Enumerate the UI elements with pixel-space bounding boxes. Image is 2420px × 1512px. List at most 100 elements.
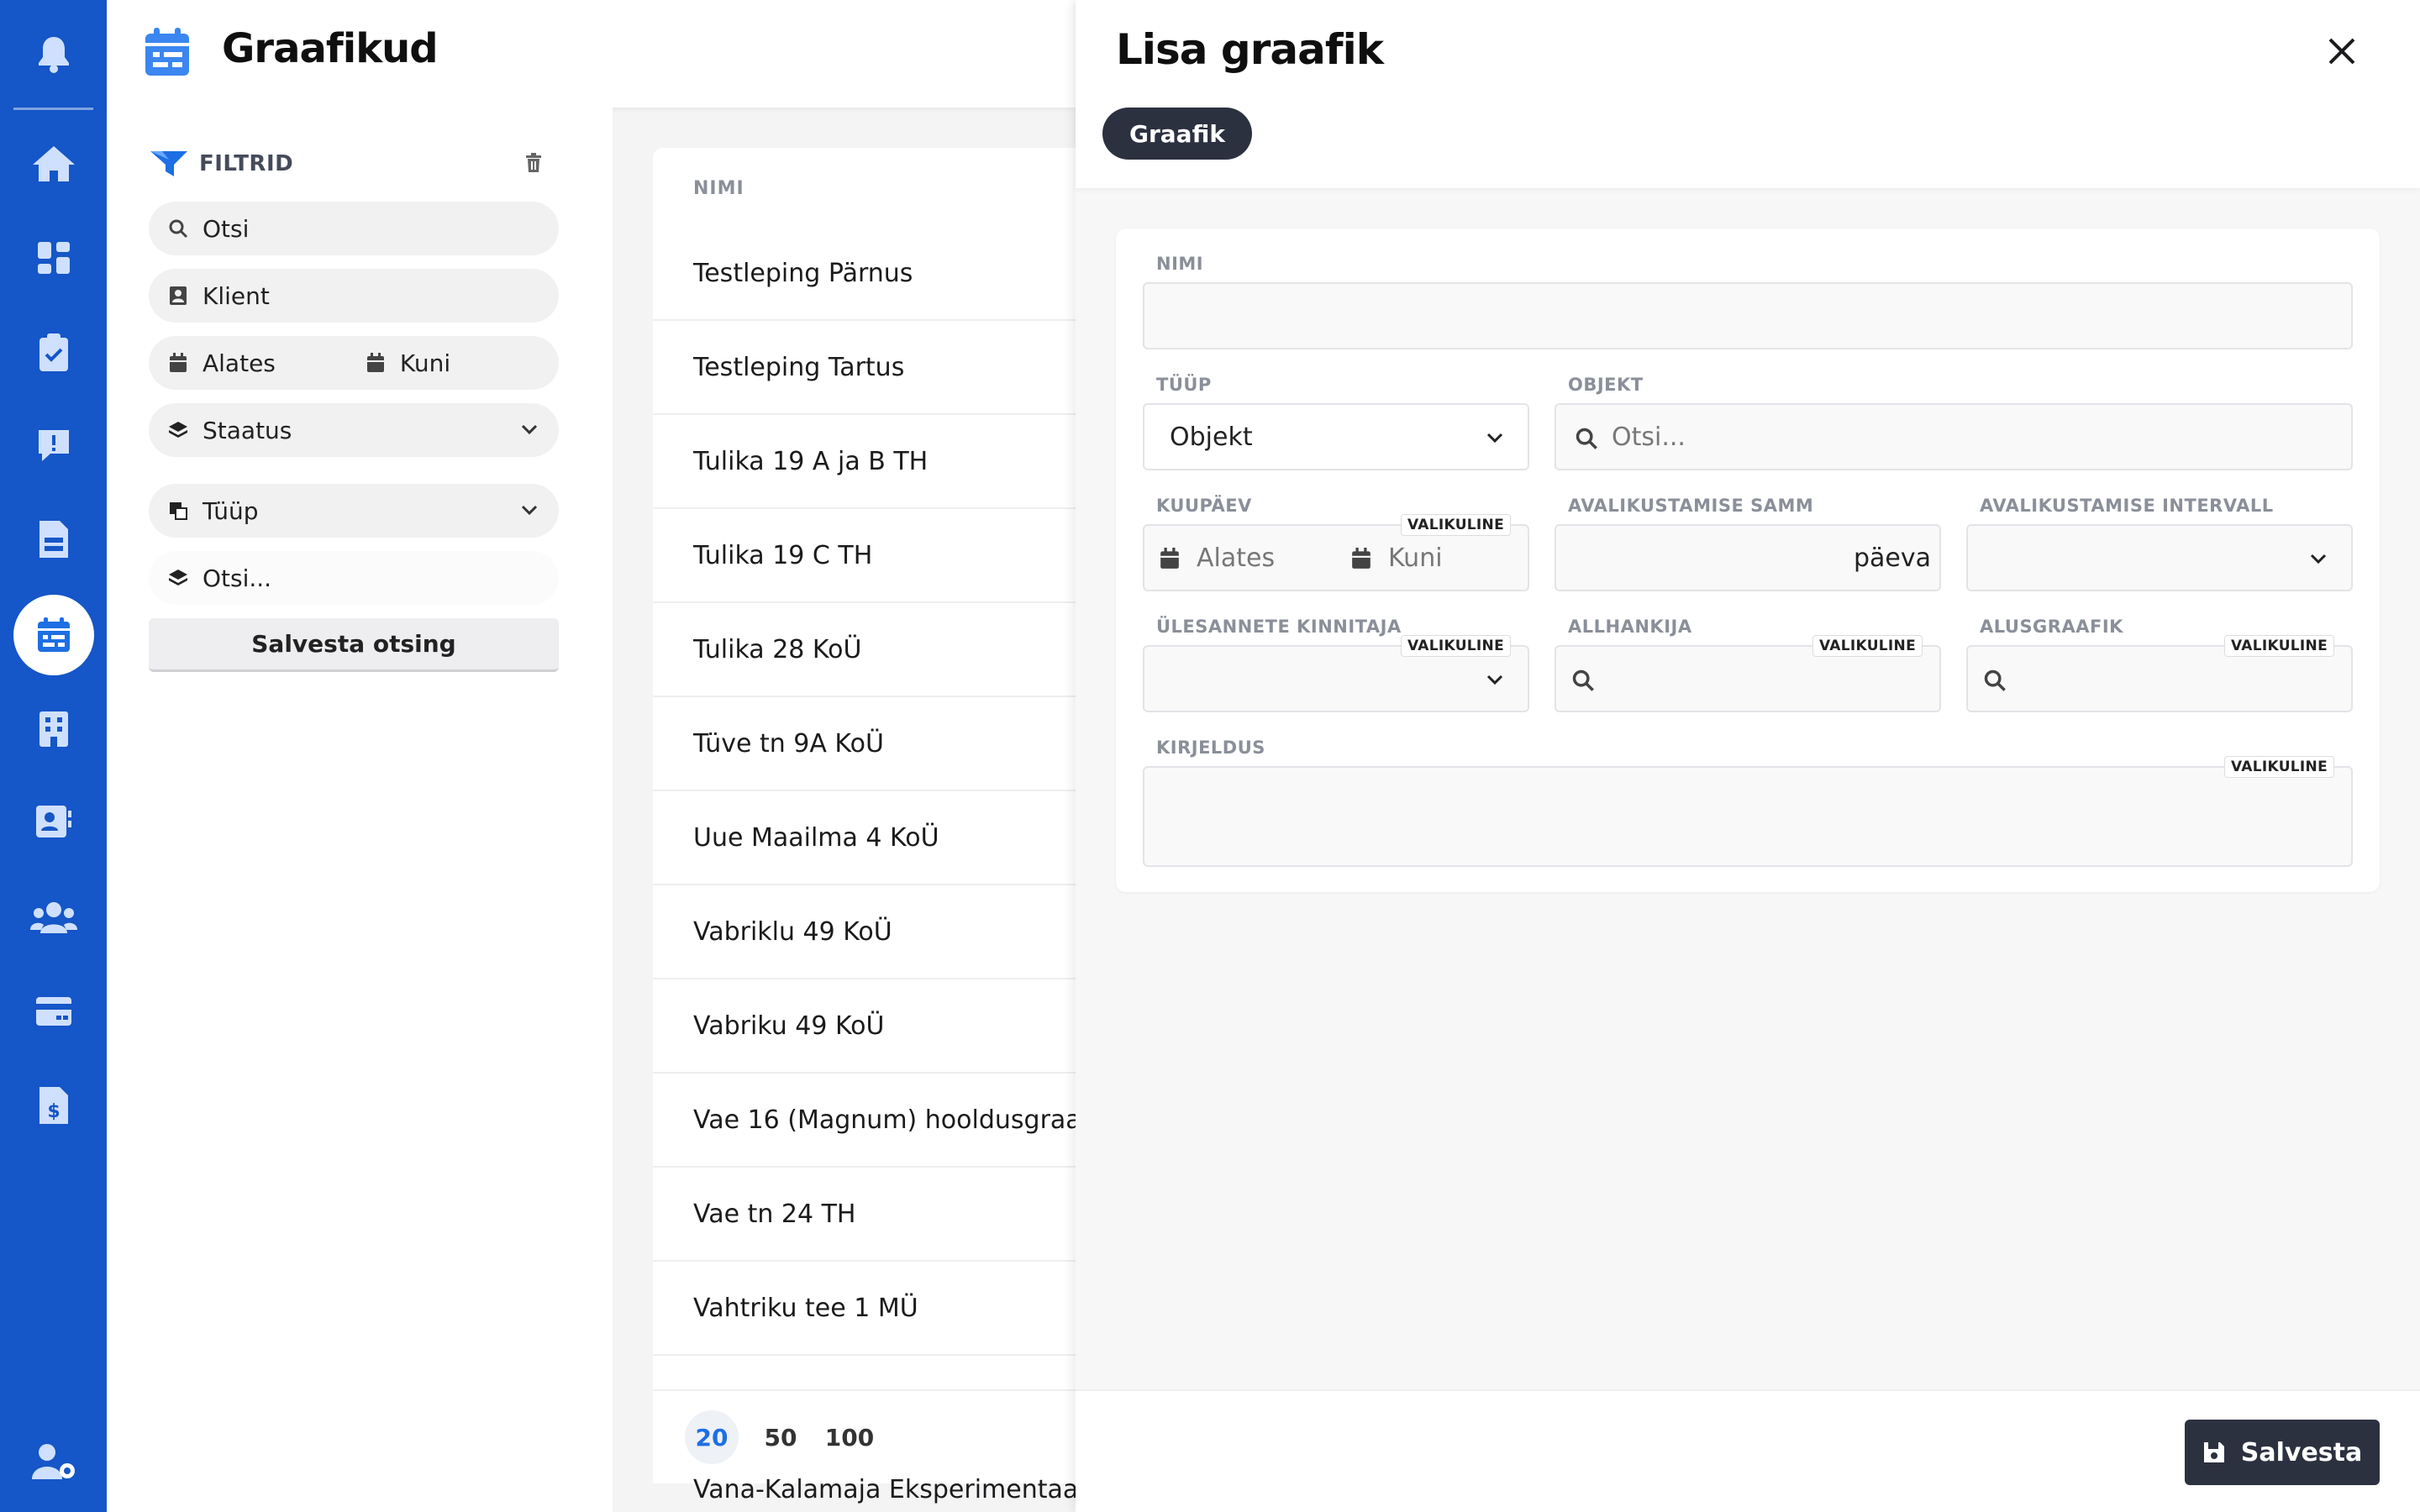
- publish-step-field[interactable]: päeva: [1555, 524, 1941, 591]
- subcontractor-search-field[interactable]: VALIKULINE: [1555, 635, 1941, 712]
- table-row[interactable]: Tulika 19 A ja B TH: [653, 415, 1076, 509]
- schedule-form: NIMI TÜÜP Objekt OBJEKT Otsi... KUUPÄEV …: [1116, 228, 2380, 892]
- publish-step-unit: päeva: [1853, 543, 1931, 573]
- nav-calendar-item[interactable]: [0, 593, 107, 677]
- subcontractor-label: ALLHANKIJA: [1568, 617, 1692, 637]
- table-row[interactable]: Tüve tn 9A KoÜ: [653, 697, 1076, 791]
- save-search-button[interactable]: Salvesta otsing: [149, 618, 559, 672]
- page-size-50[interactable]: 50: [754, 1410, 808, 1464]
- description-textarea[interactable]: VALIKULINE: [1143, 756, 2353, 867]
- calendar-to-icon: [1351, 548, 1371, 570]
- type-value: Objekt: [1170, 423, 1253, 452]
- page-title: Graafikud: [222, 25, 439, 72]
- schedule-list: NIMI Testleping Pärnus Testleping Tartus…: [653, 148, 1076, 1483]
- tab-graafik[interactable]: Graafik: [1102, 108, 1252, 160]
- close-icon[interactable]: [2328, 37, 2356, 66]
- publish-step-label: AVALIKUSTAMISE SAMM: [1568, 496, 1814, 516]
- search-icon: [167, 218, 189, 239]
- table-row[interactable]: Tulika 28 KoÜ: [653, 603, 1076, 697]
- description-label: KIRJELDUS: [1156, 738, 1265, 758]
- svg-text:$: $: [47, 1101, 60, 1122]
- invoice-dollar-icon[interactable]: $: [0, 1063, 107, 1147]
- table-row[interactable]: Vahtriku tee 1 MÜ: [653, 1262, 1076, 1356]
- calendar-to-icon: [365, 353, 387, 373]
- table-row[interactable]: Vae 16 (Magnum) hooldusgraafik: [653, 1074, 1076, 1168]
- page-size-100[interactable]: 100: [823, 1410, 876, 1464]
- status-placeholder: Staatus: [203, 416, 292, 444]
- chevron-down-icon: [520, 501, 539, 519]
- table-row[interactable]: Testleping Pärnus: [653, 227, 1076, 321]
- table-row[interactable]: Testleping Tartus: [653, 321, 1076, 415]
- table-row[interactable]: Uue Maailma 4 KoÜ: [653, 791, 1076, 885]
- type-placeholder: Tüüp: [203, 496, 259, 525]
- drawer-header: Lisa graafik Graafik: [1076, 0, 2420, 188]
- name-label: NIMI: [1156, 254, 1204, 274]
- bell-icon[interactable]: [0, 12, 107, 96]
- floppy-disk-icon: [2202, 1441, 2226, 1464]
- date-from-placeholder[interactable]: Alates: [1197, 543, 1275, 573]
- clipboard-check-icon[interactable]: [0, 311, 107, 395]
- home-icon[interactable]: [0, 122, 107, 206]
- user-settings-icon[interactable]: [0, 1420, 107, 1504]
- layers-icon: [167, 568, 189, 588]
- chevron-down-icon: [520, 420, 539, 438]
- optional-badge: VALIKULINE: [1401, 514, 1511, 536]
- users-group-icon[interactable]: [0, 875, 107, 959]
- publish-interval-label: AVALIKUSTAMISE INTERVALL: [1980, 496, 2274, 516]
- dashboard-icon[interactable]: [0, 216, 107, 300]
- table-row[interactable]: Vae tn 24 TH: [653, 1168, 1076, 1262]
- object-search-placeholder: Otsi...: [203, 564, 272, 592]
- type-label: TÜÜP: [1156, 375, 1212, 395]
- calendar-icon: [144, 27, 191, 77]
- object-search-input[interactable]: Otsi...: [149, 551, 559, 605]
- publish-interval-select[interactable]: [1966, 524, 2353, 591]
- client-placeholder: Klient: [203, 281, 270, 310]
- calendar-from-icon: [167, 353, 189, 373]
- status-select[interactable]: Staatus: [149, 403, 559, 457]
- object-search-field[interactable]: Otsi...: [1555, 403, 2353, 470]
- drawer-footer: Salvesta: [1076, 1389, 2420, 1512]
- date-range-field[interactable]: VALIKULINE Alates Kuni: [1143, 514, 1529, 591]
- filter-panel: FILTRID Otsi Klient Alates Kuni Staatus …: [107, 108, 613, 1512]
- type-select[interactable]: Tüüp: [149, 484, 559, 538]
- date-to-placeholder[interactable]: Kuni: [1388, 543, 1443, 573]
- shapes-icon: [167, 501, 189, 521]
- date-range-input[interactable]: Alates Kuni: [149, 336, 559, 390]
- table-row[interactable]: Vana-Kalamaja Eksperimentaal: [693, 1475, 1086, 1504]
- client-input[interactable]: Klient: [149, 269, 559, 323]
- type-select[interactable]: Objekt: [1143, 403, 1529, 470]
- chevron-down-icon: [1486, 428, 1504, 447]
- page-size-20[interactable]: 20: [685, 1410, 739, 1464]
- building-icon[interactable]: [0, 687, 107, 771]
- credit-card-icon[interactable]: [0, 969, 107, 1053]
- search-input[interactable]: Otsi: [149, 202, 559, 255]
- save-button[interactable]: Salvesta: [2185, 1420, 2380, 1485]
- search-icon: [1983, 669, 2007, 692]
- contact-card-icon[interactable]: [0, 780, 107, 864]
- table-row[interactable]: Vabriku 49 KoÜ: [653, 979, 1076, 1074]
- search-placeholder: Otsi: [203, 214, 250, 243]
- alert-message-icon[interactable]: [0, 403, 107, 487]
- nav-divider: [13, 108, 93, 110]
- object-placeholder: Otsi...: [1612, 423, 1686, 452]
- table-row[interactable]: Tulika 19 C TH: [653, 509, 1076, 603]
- document-icon[interactable]: [0, 497, 107, 581]
- page-size-selector: 20 50 100: [653, 1389, 1076, 1483]
- date-label: KUUPÄEV: [1156, 496, 1252, 516]
- filter-title: FILTRID: [149, 150, 293, 178]
- column-header-name[interactable]: NIMI: [693, 178, 744, 199]
- task-confirmer-label: ÜLESANNETE KINNITAJA: [1156, 617, 1402, 637]
- date-to-placeholder[interactable]: Kuni: [400, 349, 450, 377]
- task-confirmer-select[interactable]: VALIKULINE: [1143, 635, 1529, 712]
- name-field[interactable]: [1143, 282, 2353, 349]
- optional-badge: VALIKULINE: [2224, 756, 2334, 778]
- save-label: Salvesta: [2240, 1437, 2363, 1467]
- table-row[interactable]: Vabriklu 49 KoÜ: [653, 885, 1076, 979]
- object-label: OBJEKT: [1568, 375, 1644, 395]
- base-schedule-label: ALUSGRAAFIK: [1980, 617, 2123, 637]
- trash-icon[interactable]: [525, 153, 542, 173]
- date-from-placeholder[interactable]: Alates: [203, 349, 276, 377]
- add-schedule-drawer: Lisa graafik Graafik NIMI TÜÜP Objekt OB…: [1076, 0, 2420, 1512]
- base-schedule-search-field[interactable]: VALIKULINE: [1966, 635, 2353, 712]
- optional-badge: VALIKULINE: [1401, 635, 1511, 657]
